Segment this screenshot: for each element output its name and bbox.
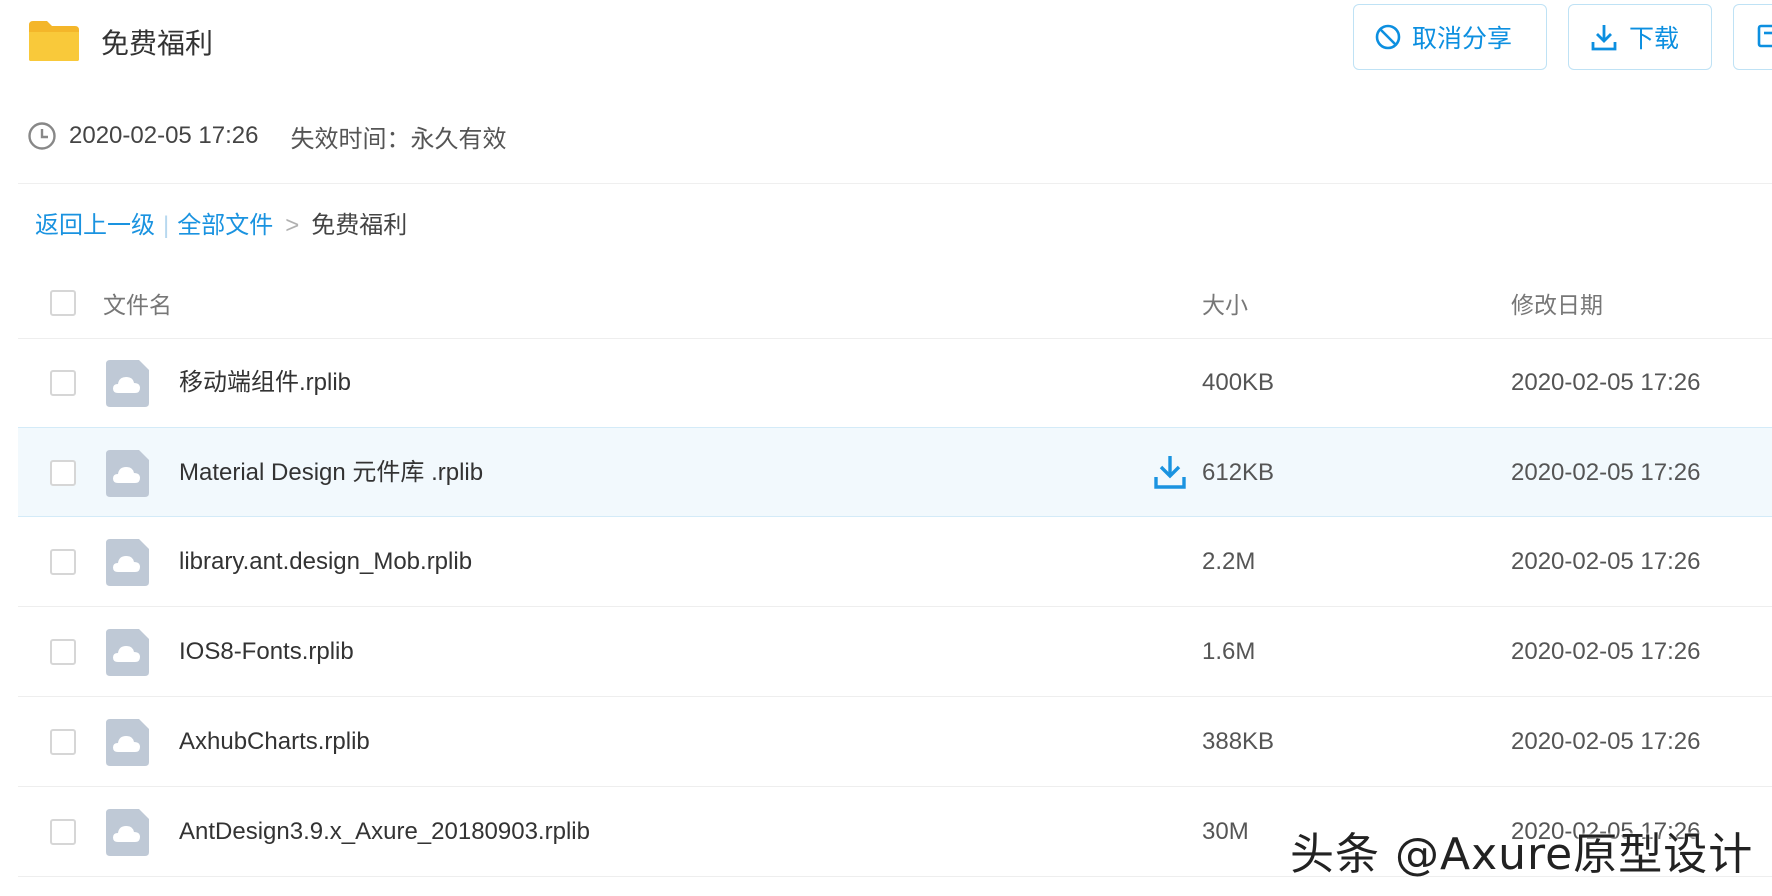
file-name[interactable]: Material Design 元件库 .rplib (179, 457, 483, 489)
cloud-file-icon (106, 539, 149, 586)
watermark: 头条 @Axure原型设计 (1290, 829, 1754, 880)
table-row[interactable]: Material Design 元件库 .rplib 612KB 2020-02… (18, 427, 1772, 517)
more-button[interactable] (1733, 4, 1772, 70)
share-time: 2020-02-05 17:26 (69, 122, 259, 149)
save-icon (1757, 24, 1772, 48)
table-row[interactable]: library.ant.design_Mob.rplib 2.2M 2020-0… (18, 517, 1772, 607)
breadcrumb-separator: | (163, 212, 170, 239)
divider (18, 183, 1772, 184)
folder-icon (29, 21, 79, 61)
row-checkbox[interactable] (50, 729, 76, 755)
file-size: 30M (1202, 818, 1249, 845)
file-name[interactable]: AxhubCharts.rplib (179, 726, 370, 758)
download-label: 下载 (1629, 25, 1680, 53)
file-size: 2.2M (1202, 548, 1256, 575)
column-header-size[interactable]: 大小 (1202, 290, 1248, 320)
table-row[interactable]: AxhubCharts.rplib 388KB 2020-02-05 17:26 (18, 697, 1772, 787)
row-checkbox[interactable] (50, 549, 76, 575)
cloud-file-icon (106, 629, 149, 676)
breadcrumb-current: 免费福利 (311, 212, 408, 239)
back-link[interactable]: 返回上一级 (35, 212, 155, 239)
share-meta: 2020-02-05 17:26 失效时间：永久有效 (27, 120, 507, 153)
row-download-icon[interactable] (1153, 453, 1187, 491)
file-date: 2020-02-05 17:26 (1511, 638, 1701, 665)
column-header-date[interactable]: 修改日期 (1511, 290, 1603, 320)
select-all-checkbox[interactable] (50, 290, 76, 316)
column-header-name[interactable]: 文件名 (103, 290, 172, 320)
file-size: 388KB (1202, 728, 1275, 755)
file-name[interactable]: IOS8-Fonts.rplib (179, 636, 354, 668)
file-size: 1.6M (1202, 638, 1256, 665)
file-date: 2020-02-05 17:26 (1511, 548, 1701, 575)
breadcrumb: 返回上一级 | 全部文件 > 免费福利 (35, 210, 407, 242)
file-name[interactable]: AntDesign3.9.x_Axure_20180903.rplib (179, 816, 590, 848)
expire-time: 失效时间：永久有效 (290, 125, 507, 153)
table-header: 文件名 大小 修改日期 (18, 272, 1772, 339)
row-checkbox[interactable] (50, 819, 76, 845)
clock-icon (28, 122, 56, 150)
cloud-file-icon (106, 809, 149, 856)
share-header: 免费福利 取消分享 下载 (0, 0, 1772, 90)
file-name[interactable]: 移动端组件.rplib (179, 367, 351, 399)
cancel-share-button[interactable]: 取消分享 (1353, 4, 1547, 70)
file-name[interactable]: library.ant.design_Mob.rplib (179, 546, 472, 578)
download-icon (1591, 25, 1617, 51)
cloud-file-icon (106, 719, 149, 766)
table-row[interactable]: IOS8-Fonts.rplib 1.6M 2020-02-05 17:26 (18, 607, 1772, 697)
breadcrumb-arrow: > (285, 212, 300, 239)
row-checkbox[interactable] (50, 370, 76, 396)
file-date: 2020-02-05 17:26 (1511, 459, 1701, 486)
all-files-link[interactable]: 全部文件 (177, 212, 273, 239)
file-date: 2020-02-05 17:26 (1511, 369, 1701, 396)
page-title: 免费福利 (101, 28, 214, 59)
cloud-file-icon (106, 450, 149, 497)
cancel-share-label: 取消分享 (1412, 25, 1513, 53)
file-size: 612KB (1202, 459, 1275, 486)
row-checkbox[interactable] (50, 639, 76, 665)
ban-icon (1375, 24, 1401, 50)
row-checkbox[interactable] (50, 460, 76, 486)
cloud-file-icon (106, 360, 149, 407)
table-row[interactable]: 移动端组件.rplib 400KB 2020-02-05 17:26 (18, 338, 1772, 428)
download-button[interactable]: 下载 (1568, 4, 1712, 70)
file-date: 2020-02-05 17:26 (1511, 728, 1701, 755)
file-size: 400KB (1202, 369, 1275, 396)
